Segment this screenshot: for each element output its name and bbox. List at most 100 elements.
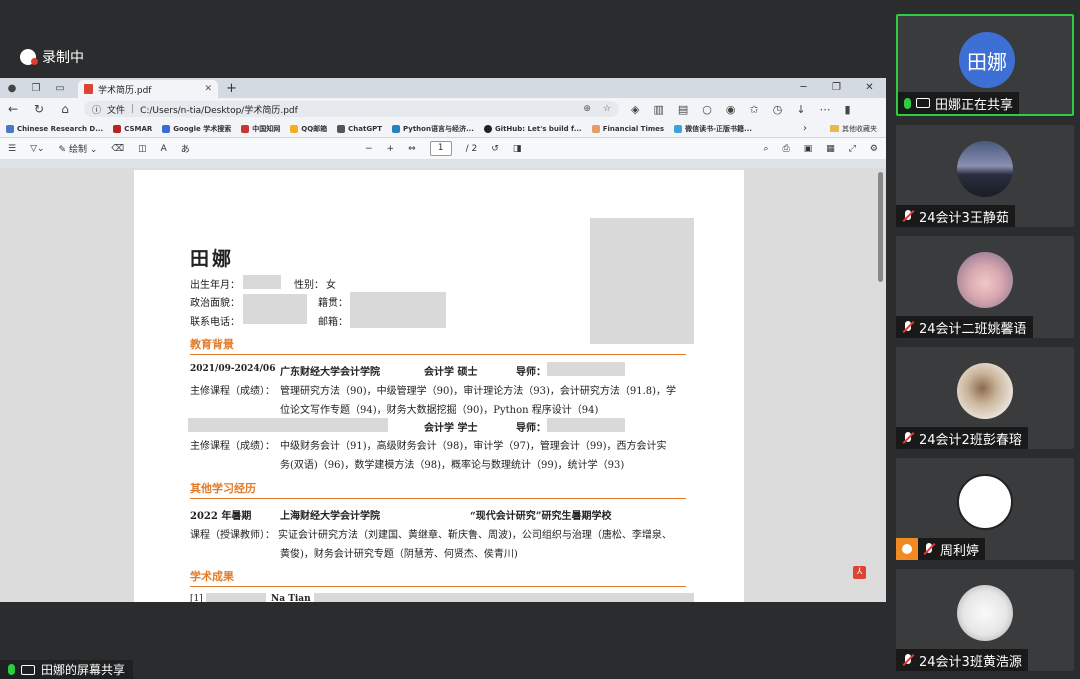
home-icon[interactable]: ⌂ <box>52 102 78 116</box>
participant-tile[interactable]: 24会计2班彭春瑢 <box>896 347 1074 449</box>
tab-actions-icon[interactable]: ▭ <box>48 78 72 98</box>
bookmark-icon <box>113 124 122 133</box>
extension-icon[interactable]: ◈ <box>631 103 639 116</box>
menu-icon[interactable]: ⋯ <box>820 103 831 116</box>
recording-icon <box>20 49 38 65</box>
section-divider <box>190 354 686 355</box>
window-controls: ─ ❐ ✕ <box>787 78 886 98</box>
zoom-icon[interactable]: ⊕ <box>583 104 591 114</box>
email-label: 邮箱： <box>318 317 348 328</box>
back-icon[interactable]: ← <box>0 102 26 116</box>
close-window-icon[interactable]: ✕ <box>853 78 886 98</box>
recording-indicator: 录制中 <box>20 47 84 67</box>
url-text: C:/Users/n-tia/Desktop/学术简历.pdf <box>140 105 298 116</box>
avatar <box>957 585 1013 641</box>
draw-tool[interactable]: ✎ 绘制 ⌄ <box>59 142 98 155</box>
download-icon[interactable]: ↓ <box>796 103 805 116</box>
pdf-viewer[interactable]: 田娜 出生年月： 性别： 女 政治面貌： 籍贯： 联系电话： 邮箱： 教育背景 … <box>0 168 886 602</box>
address-input[interactable]: ⓘ 文件 | C:/Users/n-tia/Desktop/学术简历.pdf ⊕… <box>84 101 619 117</box>
mic-muted-icon <box>902 321 914 333</box>
bookmark-item[interactable]: 中国知网 <box>241 124 280 134</box>
participant-tile[interactable]: 24会计二班姚馨语 <box>896 236 1074 338</box>
fullscreen-icon[interactable]: ⤢ <box>849 144 856 154</box>
mic-muted-icon <box>923 543 935 555</box>
participant-tile[interactable]: 24会计3王静茹 <box>896 125 1074 227</box>
other-courses-label: 课程（授课教师）： <box>190 530 275 541</box>
chevron-right-icon[interactable]: › <box>803 123 807 134</box>
bookmark-item[interactable]: CSMAR <box>113 124 152 133</box>
page-number-input[interactable]: 1 <box>429 141 452 156</box>
sidebar-toggle-icon[interactable]: ▤ <box>678 103 688 116</box>
participant-tile[interactable]: 24会计3班黄浩源 <box>896 569 1074 671</box>
participant-tile[interactable]: 田娜 田娜正在共享 <box>896 14 1074 116</box>
fit-page-icon[interactable]: ⇔ <box>408 144 416 154</box>
scrollbar[interactable] <box>878 172 883 282</box>
bookmark-item[interactable]: GitHub: Let's build f... <box>483 124 582 133</box>
mic-on-icon <box>8 664 15 675</box>
circle-extension-icon[interactable]: ○ <box>702 103 712 116</box>
edu2-courses-line2: 务(双语)（96)，数学建模方法（98)，概率论与数理统计（99)，统计学（93… <box>280 460 625 471</box>
bookmarks-bar: Chinese Research D... CSMAR Google 学术搜索 … <box>0 120 886 138</box>
settings-gear-icon[interactable]: ⚙ <box>870 144 878 154</box>
save-icon[interactable]: ▣ <box>804 144 813 154</box>
bookmark-item[interactable]: QQ邮箱 <box>290 124 327 134</box>
translate-icon[interactable]: あ <box>181 142 190 155</box>
new-tab-icon[interactable]: + <box>226 81 237 96</box>
copilot-icon[interactable]: ▮ <box>845 103 851 116</box>
save-as-icon[interactable]: ▦ <box>826 144 835 154</box>
contents-icon[interactable]: ☰ <box>8 144 16 154</box>
search-icon[interactable]: ⌕ <box>763 144 768 154</box>
shield-icon[interactable]: ◉ <box>726 103 736 116</box>
edu2-major: 会计学 学士 <box>424 423 478 434</box>
close-tab-icon[interactable]: ✕ <box>204 84 212 94</box>
read-aloud-icon[interactable]: A <box>161 144 167 154</box>
acrobat-icon[interactable]: ⅄ <box>853 566 866 579</box>
print-icon[interactable]: ⎙ <box>782 144 789 154</box>
collections-icon[interactable]: ❐ <box>24 78 48 98</box>
participant-label: 24会计二班姚馨语 <box>896 316 1033 338</box>
view-icon[interactable]: ◫ <box>138 144 147 154</box>
host-icon <box>896 538 918 560</box>
meeting-window: 录制中 ● ❐ ▭ 学术简历.pdf ✕ + ─ ❐ ✕ ← ↻ ⌂ ⓘ 文件 … <box>0 0 1080 679</box>
github-icon <box>483 124 492 133</box>
maximize-icon[interactable]: ❐ <box>820 78 853 98</box>
mic-muted-icon <box>902 654 914 666</box>
favorites-icon[interactable]: ✩ <box>750 103 759 116</box>
bookmark-item[interactable]: Financial Times <box>591 124 664 133</box>
bookmark-item[interactable]: 微信读书-正版书籍... <box>674 124 752 134</box>
bookmark-icon <box>241 124 250 133</box>
participant-label: 周利婷 <box>896 538 986 560</box>
bookmark-item[interactable]: Python语言与经济... <box>392 124 474 134</box>
page-total: / 2 <box>465 143 478 154</box>
mic-muted-icon <box>902 432 914 444</box>
section-education: 教育背景 <box>190 338 234 351</box>
profile-icon[interactable]: ● <box>0 78 24 98</box>
split-screen-icon[interactable]: ▥ <box>653 103 663 116</box>
redacted-field <box>206 593 266 602</box>
info-icon: ⓘ <box>92 105 102 116</box>
edu1-major: 会计学 硕士 <box>424 367 478 378</box>
section-other-study: 其他学习经历 <box>190 482 256 495</box>
redacted-field <box>547 418 625 432</box>
gender-value: 女 <box>326 280 336 291</box>
highlight-icon[interactable]: ▽⌄ <box>30 144 44 154</box>
history-icon[interactable]: ◷ <box>773 103 783 116</box>
bookmark-item[interactable]: Google 学术搜索 <box>162 124 231 134</box>
bookmark-item[interactable]: ChatGPT <box>337 124 382 133</box>
avatar: 田娜 <box>959 32 1015 88</box>
bookmark-icon <box>674 124 683 133</box>
eraser-icon[interactable]: ⌫ <box>111 144 124 154</box>
origin-label: 籍贯： <box>318 298 348 309</box>
favorite-star-icon[interactable]: ☆ <box>603 104 611 114</box>
tab-pdf[interactable]: 学术简历.pdf ✕ <box>78 80 218 98</box>
two-page-icon[interactable]: ◨ <box>513 144 522 154</box>
zoom-out-icon[interactable]: − <box>365 144 373 154</box>
tab-title: 学术简历.pdf <box>98 85 152 96</box>
bookmark-item[interactable]: Chinese Research D... <box>6 124 103 133</box>
refresh-icon[interactable]: ↻ <box>26 102 52 116</box>
participant-tile[interactable]: 周利婷 <box>896 458 1074 560</box>
other-favorites[interactable]: 其他收藏夹 <box>830 124 877 134</box>
zoom-in-icon[interactable]: + <box>387 144 395 154</box>
rotate-icon[interactable]: ↺ <box>491 144 499 154</box>
minimize-icon[interactable]: ─ <box>787 78 820 98</box>
